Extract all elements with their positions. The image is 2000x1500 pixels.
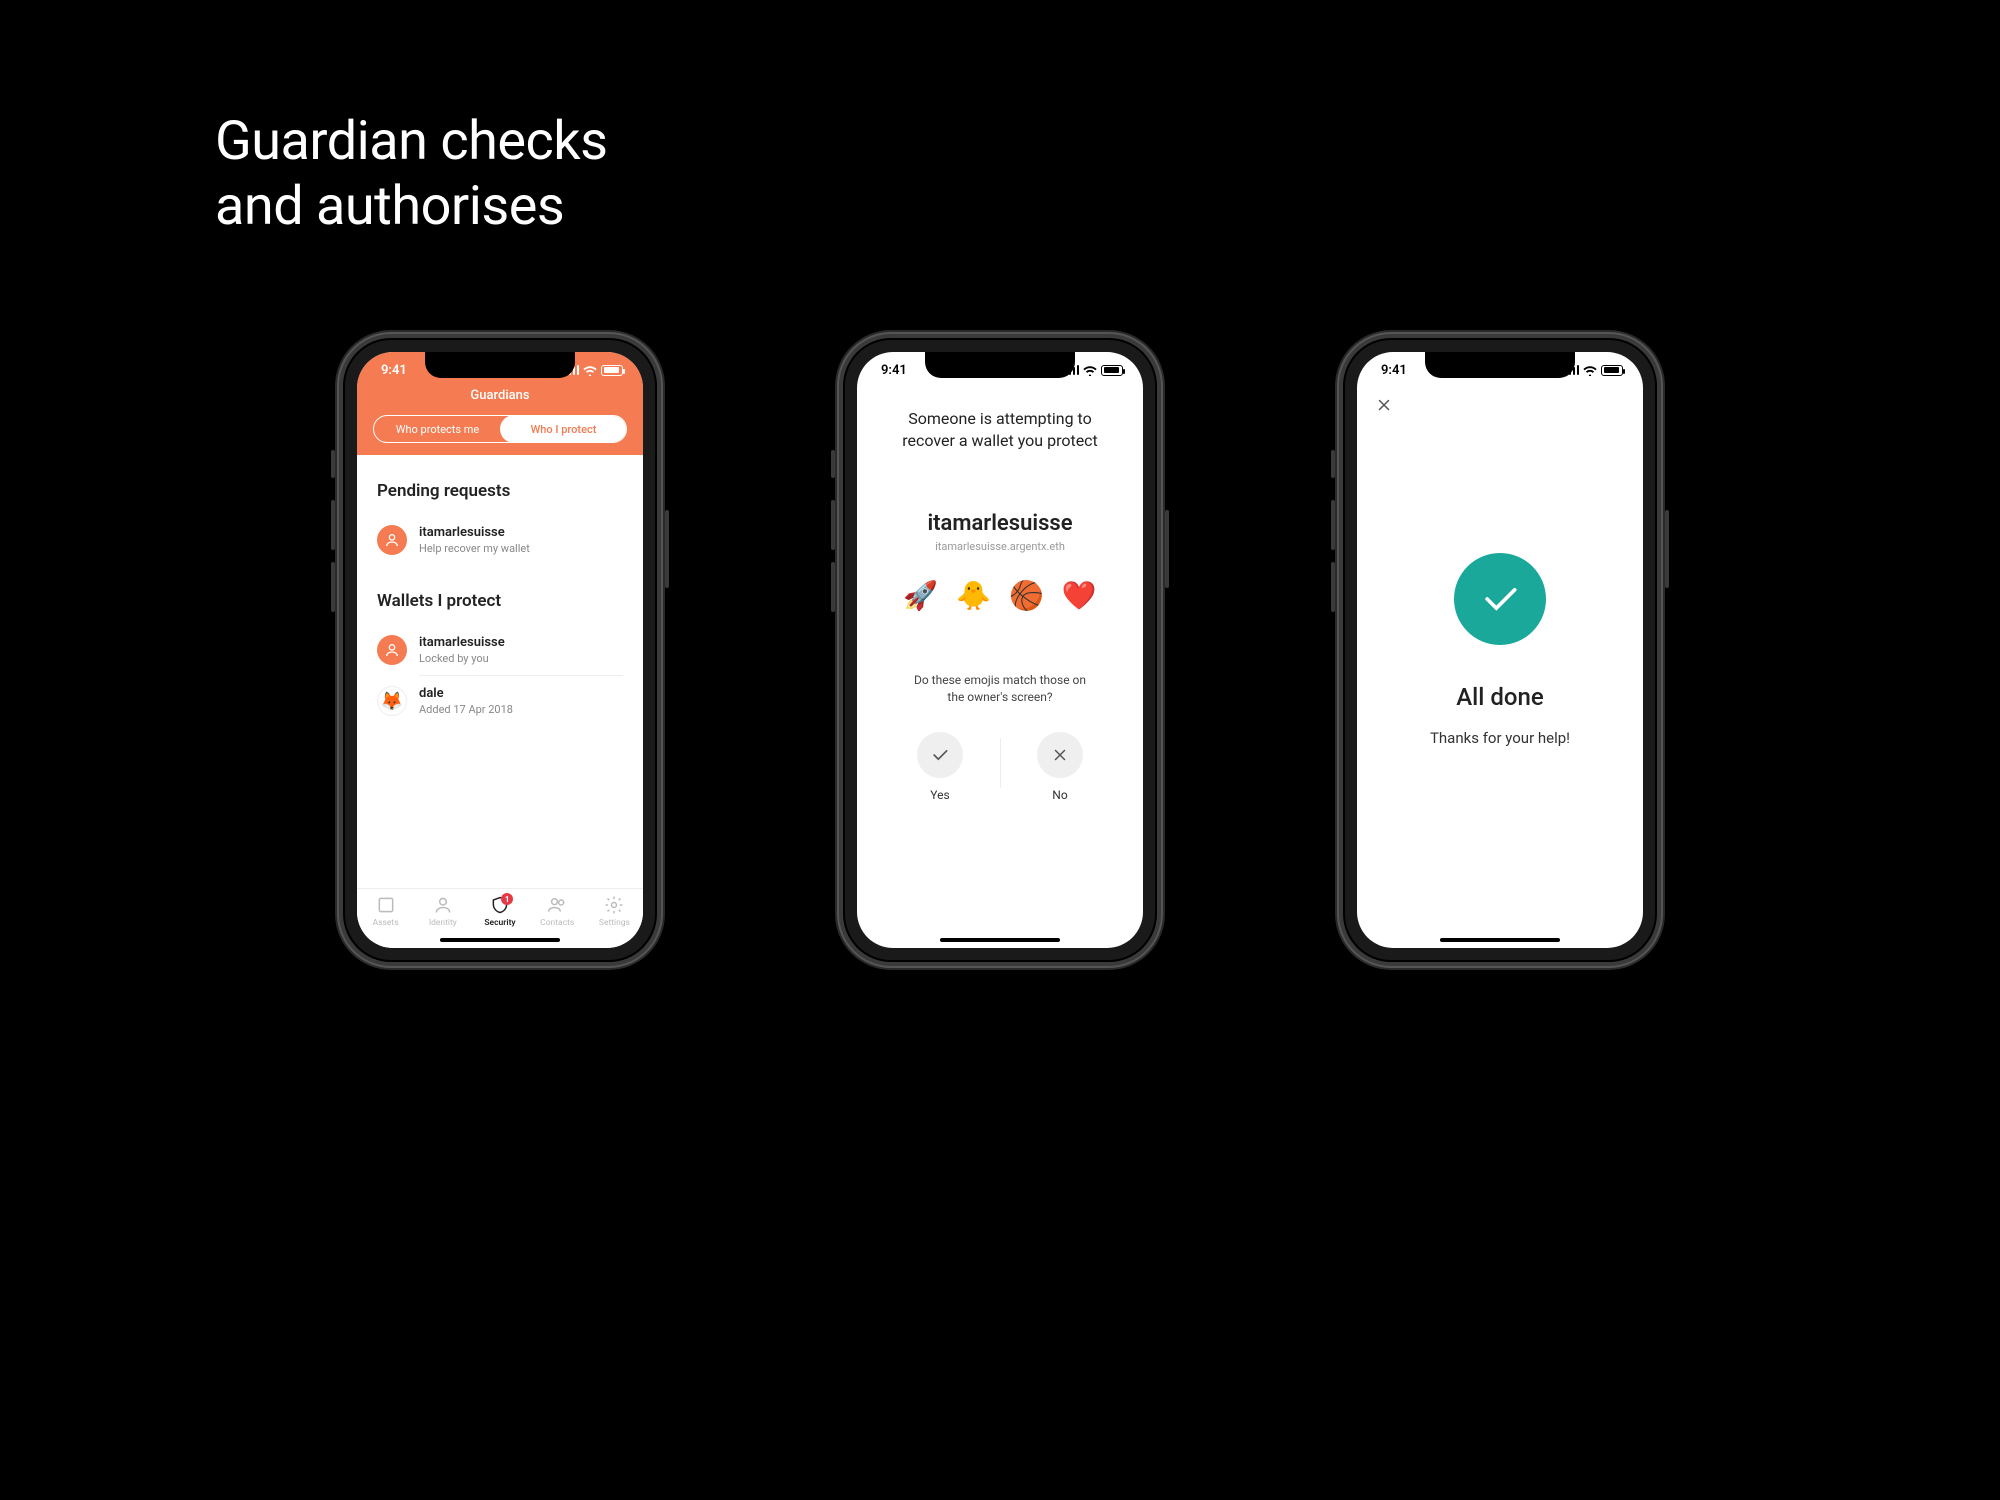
home-indicator [1440, 938, 1560, 942]
emoji-2: 🐥 [956, 579, 991, 612]
verification-question: Do these emojis match those on the owner… [909, 672, 1091, 706]
person-icon [377, 635, 407, 665]
segmented-control[interactable]: Who protects me Who I protect [373, 415, 627, 443]
heading-line-2: and authorises [215, 175, 608, 240]
section-pending-requests: Pending requests [377, 481, 623, 501]
tab-assets[interactable]: Assets [357, 889, 414, 934]
notch [1425, 352, 1575, 378]
verification-emojis: 🚀 🐥 🏀 ❤️ [879, 579, 1121, 612]
wallet-sub: Locked by you [419, 652, 505, 665]
request-sub: Help recover my wallet [419, 542, 530, 555]
pending-request-row[interactable]: itamarlesuisse Help recover my wallet [377, 515, 623, 565]
check-icon [1478, 577, 1522, 621]
yes-label: Yes [930, 788, 949, 802]
tab-who-protects-me[interactable]: Who protects me [374, 416, 501, 442]
notification-badge: 1 [501, 893, 513, 905]
tab-who-i-protect[interactable]: Who I protect [500, 415, 627, 443]
phone-1: 9:41 Guardians Who protects me Who I pro… [345, 340, 655, 960]
heading-line-1: Guardian checks [215, 110, 608, 175]
wallet-row[interactable]: itamarlesuisse Locked by you [377, 625, 623, 675]
request-name: itamarlesuisse [419, 525, 530, 540]
wallet-username: itamarlesuisse [879, 511, 1121, 536]
tab-security[interactable]: 1 Security [471, 889, 528, 934]
section-wallets-i-protect: Wallets I protect [377, 591, 623, 611]
done-title: All done [1456, 683, 1543, 711]
notch [425, 352, 575, 378]
wallet-ens: itamarlesuisse.argentx.eth [879, 540, 1121, 553]
person-icon [377, 525, 407, 555]
status-time: 9:41 [1381, 363, 1407, 378]
success-check-circle [1454, 553, 1546, 645]
avatar-icon: 🦊 [377, 686, 407, 716]
notch [925, 352, 1075, 378]
phone-2: 9:41 Someone is attempting to recover a … [845, 340, 1155, 960]
phone-3: 9:41 All done Thanks for your help! [1345, 340, 1655, 960]
status-time: 9:41 [881, 363, 907, 378]
contacts-icon [547, 895, 567, 915]
no-button[interactable] [1037, 732, 1083, 778]
gear-icon [604, 895, 624, 915]
assets-icon [376, 895, 396, 915]
no-label: No [1052, 788, 1067, 802]
page-title: Guardians [357, 388, 643, 403]
check-icon [930, 745, 950, 765]
x-icon [1051, 746, 1069, 764]
emoji-1: 🚀 [903, 579, 938, 612]
wallet-row[interactable]: 🦊 dale Added 17 Apr 2018 [377, 676, 623, 726]
yes-button[interactable] [917, 732, 963, 778]
emoji-4: ❤️ [1062, 579, 1097, 612]
wifi-icon [1083, 365, 1097, 376]
done-subtitle: Thanks for your help! [1430, 729, 1570, 747]
wallet-name: itamarlesuisse [419, 635, 505, 650]
emoji-3: 🏀 [1009, 579, 1044, 612]
wifi-icon [1583, 365, 1597, 376]
wifi-icon [583, 365, 597, 376]
wallet-sub: Added 17 Apr 2018 [419, 703, 513, 716]
battery-icon [1601, 365, 1623, 376]
wallet-name: dale [419, 686, 513, 701]
identity-icon [433, 895, 453, 915]
phone-stage: 9:41 Guardians Who protects me Who I pro… [0, 340, 2000, 960]
home-indicator [440, 938, 560, 942]
battery-icon [1101, 365, 1123, 376]
tab-identity[interactable]: Identity [414, 889, 471, 934]
slide-heading: Guardian checks and authorises [215, 110, 608, 240]
status-time: 9:41 [381, 363, 407, 378]
home-indicator [940, 938, 1060, 942]
tab-contacts[interactable]: Contacts [529, 889, 586, 934]
recovery-message: Someone is attempting to recover a walle… [889, 408, 1111, 451]
battery-icon [601, 365, 623, 376]
tab-settings[interactable]: Settings [586, 889, 643, 934]
